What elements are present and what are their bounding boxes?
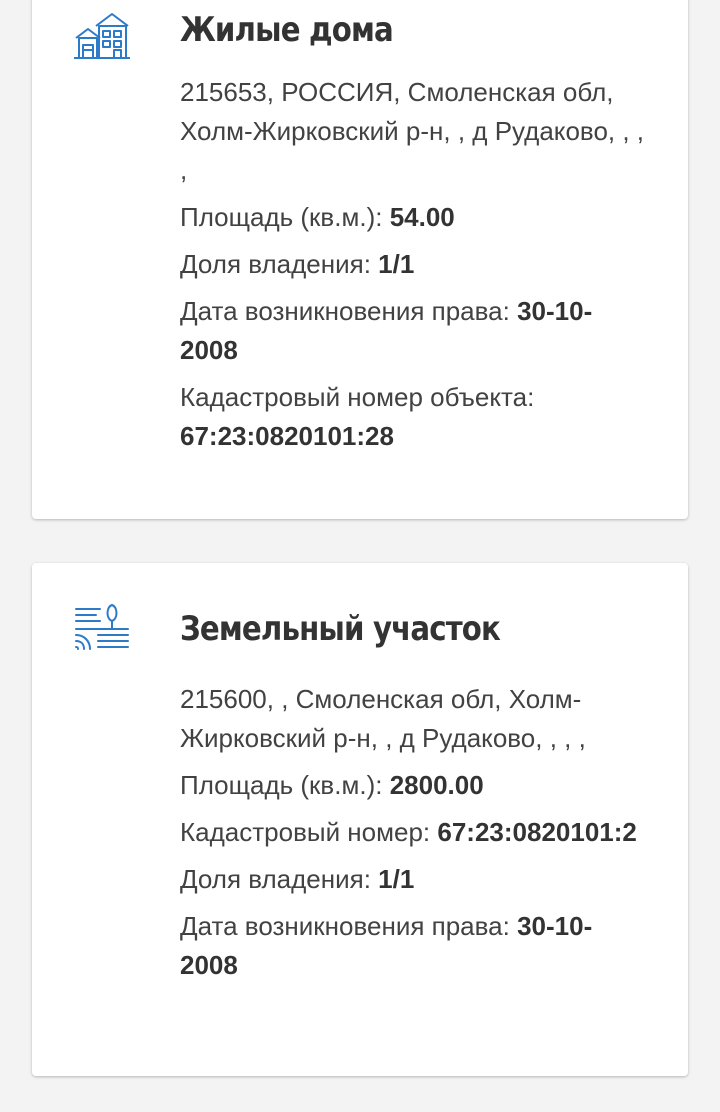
property-card-land: Земельный участок 215600, , Смоленская о… [32,563,688,1076]
area-row: Площадь (кв.м.): 54.00 [180,198,650,237]
address-text: 215653, РОССИЯ, Смоленская обл, Холм-Жир… [180,77,645,185]
area-value: 2800.00 [389,770,484,800]
share-label: Доля владения: [180,249,371,279]
card-title: Земельный участок [180,609,501,649]
area-label: Площадь (кв.м.): [180,202,383,232]
property-card-house: Жилые дома 215653, РОССИЯ, Смоленская об… [32,0,688,519]
share-value: 1/1 [378,864,415,894]
date-label: Дата возникновения права: [180,296,510,326]
card-title: Жилые дома [180,10,394,50]
cadastral-label: Кадастровый номер объекта: [180,382,535,412]
date-label: Дата возникновения права: [180,911,510,941]
card-details: 215653, РОССИЯ, Смоленская обл, Холм-Жир… [180,73,650,456]
share-row: Доля владения: 1/1 [180,860,650,899]
date-row: Дата возникновения права: 30-10-2008 [180,292,650,370]
land-plot-icon [72,603,132,653]
house-icon [72,12,132,62]
card-details: 215600, , Смоленская обл, Холм-Жирковски… [180,680,650,985]
cadastral-label: Кадастровый номер: [180,817,431,847]
area-row: Площадь (кв.м.): 2800.00 [180,766,650,805]
share-value: 1/1 [378,249,415,279]
address-text: 215600, , Смоленская обл, Холм-Жирковски… [180,684,586,753]
cadastral-value: 67:23:0820101:2 [437,817,637,847]
share-row: Доля владения: 1/1 [180,245,650,284]
cadastral-row: Кадастровый номер: 67:23:0820101:2 [180,813,650,852]
share-label: Доля владения: [180,864,371,894]
cadastral-value: 67:23:0820101:28 [180,421,394,451]
area-label: Площадь (кв.м.): [180,770,383,800]
cadastral-row: Кадастровый номер объекта: 67:23:0820101… [180,378,650,456]
date-row: Дата возникновения права: 30-10-2008 [180,907,650,985]
area-value: 54.00 [389,202,455,232]
